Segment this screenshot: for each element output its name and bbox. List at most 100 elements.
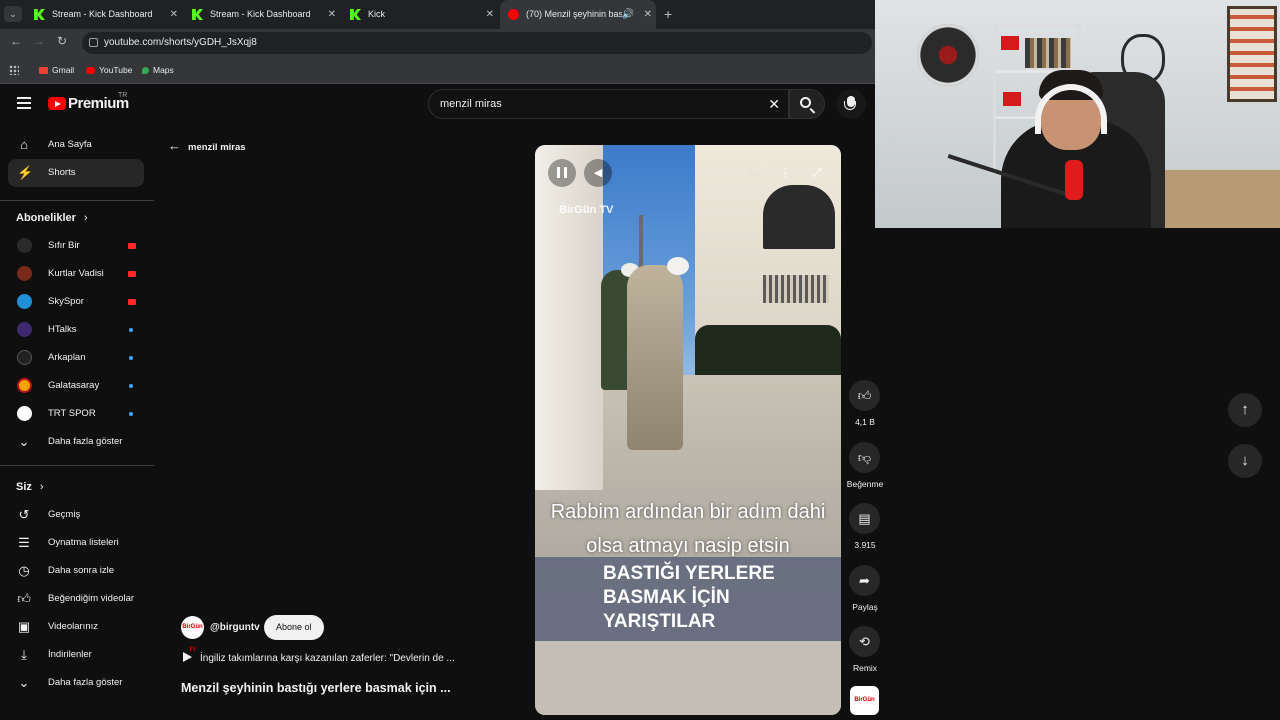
like-button[interactable]: 👍︎: [849, 380, 880, 411]
next-short-button[interactable]: ↓: [1228, 444, 1262, 478]
divider: [0, 465, 154, 466]
sidebar-item-subscription[interactable]: Galatasaray: [8, 372, 144, 400]
sidebar-item-downloads[interactable]: ⤓ İndirilenler: [8, 641, 144, 669]
channel-name[interactable]: @birguntv: [210, 615, 260, 640]
tab-close-icon[interactable]: ✕: [170, 0, 178, 29]
back-label: menzil miras: [188, 142, 246, 153]
channel-avatar: [17, 294, 32, 309]
site-info-icon[interactable]: [89, 38, 98, 47]
subscriptions-heading[interactable]: Abonelikler ›: [16, 212, 88, 224]
show-more-subscriptions[interactable]: ⌄ Daha fazla göster: [8, 428, 144, 456]
kick-icon: [34, 9, 45, 20]
channel-avatar: [17, 322, 32, 337]
share-label: Paylaş: [852, 602, 878, 612]
channel-avatar: [17, 350, 32, 365]
browser-tab-active[interactable]: (70) Menzil şeyhinin bastığı 🔊 ✕: [500, 0, 656, 29]
sidebar-item-subscription[interactable]: SkySpor: [8, 288, 144, 316]
related-playlist-link[interactable]: İngiliz takımlarına karşı kazanılan zafe…: [183, 651, 455, 667]
channel-avatar: [17, 266, 32, 281]
tab-search-button[interactable]: ⌄: [4, 6, 22, 22]
back-icon[interactable]: ←: [10, 34, 22, 48]
arrow-down-icon: ↓: [1241, 452, 1249, 469]
short-title[interactable]: Menzil şeyhinin bastığı yerlere basmak i…: [181, 679, 451, 697]
back-to-search-button[interactable]: ← menzil miras: [168, 138, 246, 156]
tab-close-icon[interactable]: ✕: [486, 0, 494, 29]
sidebar-item-subscription[interactable]: TRT SPOR: [8, 400, 144, 428]
forward-icon[interactable]: →: [33, 34, 45, 48]
video-frame-window: [763, 185, 835, 249]
shorts-icon: ⚡: [17, 165, 34, 180]
sidebar-item-shorts[interactable]: ⚡ Shorts: [8, 159, 144, 187]
search-input[interactable]: menzil miras ✕: [428, 89, 789, 119]
shorts-video-player[interactable]: BirGün TV Rabbim ardından bir adım dahi …: [535, 145, 841, 715]
tab-audio-icon[interactable]: 🔊: [622, 0, 634, 29]
sidebar-item-subscription[interactable]: Arkaplan: [8, 344, 144, 372]
video-caption-top: Rabbim ardından bir adım dahi olsa atmay…: [550, 501, 826, 557]
sound-source-thumbnail[interactable]: BirGün TV: [850, 686, 879, 715]
watch-later-icon: ◷: [18, 563, 30, 578]
pause-button[interactable]: [548, 159, 576, 187]
bookmark-youtube[interactable]: YouTube: [86, 57, 132, 83]
channel-avatar: [17, 378, 32, 393]
gmail-icon: [39, 67, 48, 75]
sidebar-item-your-videos[interactable]: ▣ Videolarınız: [8, 613, 144, 641]
dislike-label: Beğenme: [846, 479, 884, 489]
comments-button[interactable]: ▤: [849, 503, 880, 534]
live-indicator-icon: [128, 243, 136, 249]
comment-count: 3.915: [854, 540, 876, 550]
remix-icon: ⟲: [859, 634, 870, 649]
browser-tab[interactable]: Stream - Kick Dashboard ✕: [184, 0, 340, 29]
sidebar-item-playlists[interactable]: ☰ Oynatma listeleri: [8, 529, 144, 557]
volume-icon: ◀: [593, 167, 603, 179]
you-heading[interactable]: Siz ›: [16, 481, 44, 493]
video-frame-person-head: [667, 257, 689, 275]
channel-watermark: BirGün TV: [559, 204, 614, 216]
tab-close-icon[interactable]: ✕: [328, 0, 336, 29]
sidebar-item-subscription[interactable]: Sıfır Bir: [8, 232, 144, 260]
sidebar-item-subscription[interactable]: Kurtlar Vadisi: [8, 260, 144, 288]
subscribe-button[interactable]: Abone ol: [264, 615, 324, 640]
sidebar-item-subscription[interactable]: HTalks: [8, 316, 144, 344]
video-frame-hedge: [695, 325, 841, 375]
webcam-flag: [1003, 92, 1021, 106]
captions-button[interactable]: ▭: [739, 159, 767, 187]
address-bar[interactable]: youtube.com/shorts/yGDH_JsXqj8: [82, 32, 872, 54]
menu-icon[interactable]: [17, 97, 31, 109]
kick-icon: [192, 9, 203, 20]
video-caption-band-text: BASTIĞI YERLERE BASMAK İÇİN YARIŞTILAR: [603, 563, 775, 632]
browser-tab[interactable]: Kick ✕: [342, 0, 498, 29]
sidebar-item-watch-later[interactable]: ◷ Daha sonra izle: [8, 557, 144, 585]
voice-search-button[interactable]: [836, 89, 866, 119]
comment-icon: ▤: [858, 511, 871, 526]
video-frame-grill: [763, 275, 829, 303]
bookmark-maps[interactable]: Maps: [142, 57, 174, 83]
sidebar-item-liked-videos[interactable]: 👍︎ Beğendiğim videolar: [8, 585, 144, 613]
webcam-picture-frame: [1227, 6, 1277, 102]
bookmark-gmail[interactable]: Gmail: [39, 57, 74, 83]
tab-close-icon[interactable]: ✕: [644, 0, 652, 29]
video-frame-person: [627, 265, 683, 450]
share-button[interactable]: ➦: [849, 565, 880, 596]
mute-button[interactable]: ◀: [584, 159, 612, 187]
remix-button[interactable]: ⟲: [849, 626, 880, 657]
more-options-button[interactable]: ⋮: [771, 159, 799, 187]
new-tab-button[interactable]: +: [664, 0, 672, 29]
apps-grid-icon[interactable]: [9, 65, 19, 75]
remix-label: Remix: [852, 663, 878, 673]
tab-title: Stream - Kick Dashboard: [52, 9, 153, 19]
search-button[interactable]: [789, 89, 825, 119]
webcam-flag: [1001, 36, 1019, 50]
show-more-you[interactable]: ⌄ Daha fazla göster: [8, 669, 144, 697]
live-indicator-icon: [128, 299, 136, 305]
dislike-button[interactable]: 👎︎: [849, 442, 880, 473]
browser-tab[interactable]: Stream - Kick Dashboard ✕: [26, 0, 182, 29]
webcam-overlay: [875, 0, 1280, 228]
previous-short-button[interactable]: ↑: [1228, 393, 1262, 427]
reload-icon[interactable]: ↻: [57, 34, 67, 48]
channel-avatar[interactable]: BirGün TV: [181, 616, 204, 653]
clear-search-icon[interactable]: ✕: [768, 90, 780, 118]
sidebar-item-history[interactable]: ↺ Geçmiş: [8, 501, 144, 529]
fullscreen-button[interactable]: ⤢: [803, 159, 831, 187]
sidebar-item-home[interactable]: ⌂ Ana Sayfa: [8, 131, 144, 159]
country-code: TR: [118, 92, 128, 99]
